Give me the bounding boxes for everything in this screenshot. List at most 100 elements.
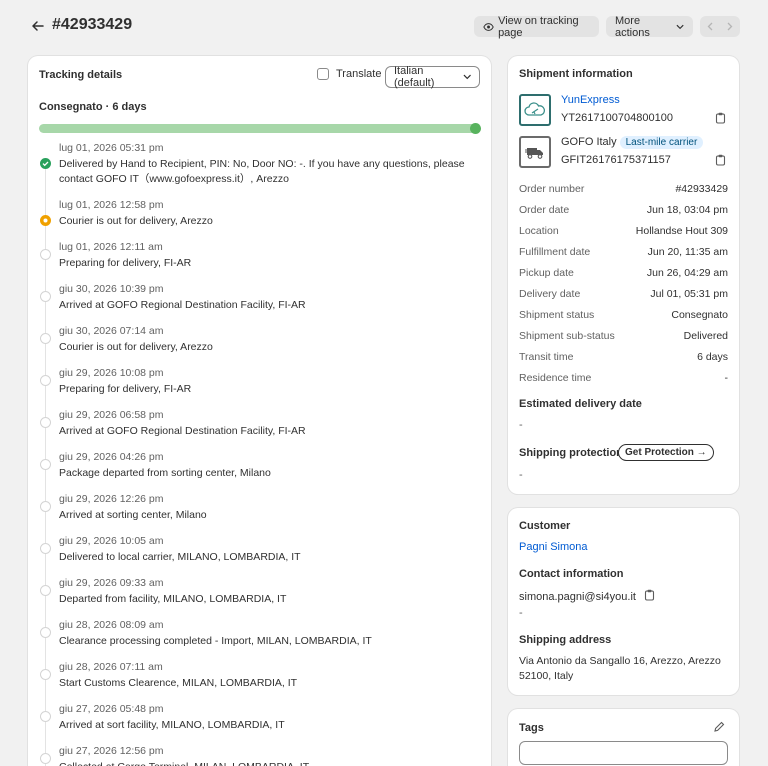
order-number-link[interactable]: #42933429 bbox=[675, 183, 728, 195]
tracking-number: YT2617100704800100 bbox=[561, 112, 673, 124]
previous-order-button[interactable] bbox=[700, 16, 720, 37]
get-protection-button[interactable]: Get Protection → bbox=[618, 444, 714, 461]
event-time: giu 29, 2026 04:26 pm bbox=[59, 451, 164, 463]
event-description: Courier is out for delivery, Arezzo bbox=[59, 215, 213, 227]
timeline-dot bbox=[40, 753, 51, 764]
shipping-address: Via Antonio da Sangallo 16, Arezzo, Arez… bbox=[519, 655, 721, 682]
info-row: Pickup date Jun 26, 04:29 am bbox=[519, 267, 728, 279]
timeline-dot bbox=[40, 501, 51, 512]
event-time: giu 27, 2026 05:48 pm bbox=[59, 703, 164, 715]
info-label: Shipment sub-status bbox=[519, 330, 615, 342]
timeline-dot bbox=[40, 543, 51, 554]
shipping-protection-title: Shipping protection bbox=[519, 447, 623, 459]
event-time: lug 01, 2026 12:11 am bbox=[59, 241, 163, 253]
timeline-dot bbox=[40, 249, 51, 260]
timeline-dot bbox=[40, 417, 51, 428]
customer-name-link[interactable]: Pagni Simona bbox=[519, 541, 588, 553]
info-row: Location Hollandse Hout 309 bbox=[519, 225, 728, 237]
event-time: giu 29, 2026 06:58 pm bbox=[59, 409, 164, 421]
info-value: Consegnato bbox=[671, 309, 728, 321]
tracking-details-card: Tracking details Translate Italian (defa… bbox=[28, 56, 491, 766]
info-value: Jun 18, 03:04 pm bbox=[646, 204, 728, 216]
gofo-logo bbox=[519, 136, 551, 168]
progress-end-dot bbox=[470, 123, 481, 134]
event-time: giu 28, 2026 08:09 am bbox=[59, 619, 164, 631]
page-header: #42933429 View on tracking page More act… bbox=[0, 0, 768, 54]
info-label: Shipment status bbox=[519, 309, 595, 321]
event-description: Preparing for delivery, FI-AR bbox=[59, 257, 192, 269]
delivery-truck-icon bbox=[525, 148, 543, 159]
info-row: Delivery date Jul 01, 05:31 pm bbox=[519, 288, 728, 300]
info-value: 6 days bbox=[697, 351, 728, 363]
info-row: Residence time - bbox=[519, 372, 728, 384]
page-title: #42933429 bbox=[52, 16, 133, 33]
clipboard-icon bbox=[715, 112, 726, 124]
timeline-dot bbox=[40, 585, 51, 596]
view-tracking-page-button[interactable]: View on tracking page bbox=[474, 14, 599, 39]
chevron-left-icon bbox=[707, 22, 713, 31]
copy-tracking-button[interactable] bbox=[715, 112, 726, 127]
carrier-name[interactable]: YunExpress bbox=[561, 94, 620, 106]
contact-information-title: Contact information bbox=[519, 568, 624, 580]
event-description: Package departed from sorting center, Mi… bbox=[59, 467, 271, 479]
event-description: Clearance processing completed - Import,… bbox=[59, 635, 372, 647]
carrier-name: GOFO Italy bbox=[561, 136, 617, 148]
info-label: Transit time bbox=[519, 351, 574, 363]
carrier-gofo-italy: GOFO Italy Last-mile carrier GFIT26176175… bbox=[519, 136, 729, 170]
info-value: - bbox=[724, 372, 729, 384]
event-description: Preparing for delivery, FI-AR bbox=[59, 383, 192, 395]
info-label: Residence time bbox=[519, 372, 592, 384]
tags-input[interactable] bbox=[519, 741, 728, 765]
info-row: Transit time 6 days bbox=[519, 351, 728, 363]
event-time: giu 27, 2026 12:56 pm bbox=[59, 745, 164, 757]
back-button[interactable] bbox=[28, 16, 48, 36]
info-row: Shipment status Consegnato bbox=[519, 309, 728, 321]
translate-checkbox[interactable] bbox=[317, 68, 329, 80]
shipping-address-title: Shipping address bbox=[519, 634, 612, 646]
info-row: Fulfillment date Jun 20, 11:35 am bbox=[519, 246, 728, 258]
info-value: Jul 01, 05:31 pm bbox=[650, 288, 728, 300]
translate-toggle[interactable]: Translate bbox=[317, 68, 381, 80]
customer-card: Customer Pagni Simona Contact informatio… bbox=[508, 508, 739, 695]
event-time: giu 28, 2026 07:11 am bbox=[59, 661, 163, 673]
copy-email-button[interactable] bbox=[644, 589, 655, 604]
timeline-dot bbox=[40, 291, 51, 302]
carrier-yunexpress: YunExpress YT2617100704800100 bbox=[519, 94, 729, 128]
clipboard-icon bbox=[644, 589, 655, 601]
next-order-button[interactable] bbox=[720, 16, 740, 37]
clipboard-icon bbox=[715, 154, 726, 166]
event-time: lug 01, 2026 05:31 pm bbox=[59, 142, 164, 154]
info-label: Order number bbox=[519, 183, 585, 195]
customer-title: Customer bbox=[519, 520, 571, 532]
copy-tracking-button[interactable] bbox=[715, 154, 726, 169]
event-time: giu 29, 2026 10:08 pm bbox=[59, 367, 164, 379]
event-description: Start Customs Clearence, MILAN, LOMBARDI… bbox=[59, 677, 298, 689]
shipping-protection-value: - bbox=[519, 469, 523, 481]
info-value: Delivered bbox=[683, 330, 728, 342]
more-actions-button[interactable]: More actions bbox=[606, 14, 693, 39]
event-time: giu 29, 2026 10:05 am bbox=[59, 535, 164, 547]
event-description: Delivered to local carrier, MILANO, LOMB… bbox=[59, 551, 301, 563]
chevron-down-icon bbox=[676, 24, 684, 29]
estimated-delivery-title: Estimated delivery date bbox=[519, 398, 642, 410]
info-value: Hollandse Hout 309 bbox=[635, 225, 728, 237]
info-label: Fulfillment date bbox=[519, 246, 591, 258]
language-select[interactable]: Italian (default) bbox=[385, 65, 480, 89]
language-value: Italian (default) bbox=[394, 65, 435, 89]
view-tracking-label: View on tracking page bbox=[498, 14, 579, 39]
timeline-dot bbox=[40, 375, 51, 386]
shipment-information-title: Shipment information bbox=[519, 68, 633, 80]
more-actions-label: More actions bbox=[615, 14, 650, 39]
timeline-dot bbox=[40, 459, 51, 470]
delivery-progress-bar bbox=[39, 123, 481, 134]
edit-tags-button[interactable] bbox=[713, 721, 725, 736]
info-row: Order number #42933429 bbox=[519, 183, 728, 195]
event-description: Arrived at sorting center, Milano bbox=[59, 509, 207, 521]
event-description: Collected at Cargo Terminal, MILAN, LOMB… bbox=[59, 760, 474, 766]
tags-title: Tags bbox=[519, 722, 544, 734]
info-label: Delivery date bbox=[519, 288, 581, 300]
out-for-delivery-icon bbox=[40, 215, 51, 226]
event-description: Arrived at sort facility, MILANO, LOMBAR… bbox=[59, 719, 285, 731]
order-pager bbox=[700, 16, 740, 37]
yunexpress-logo bbox=[519, 94, 551, 126]
